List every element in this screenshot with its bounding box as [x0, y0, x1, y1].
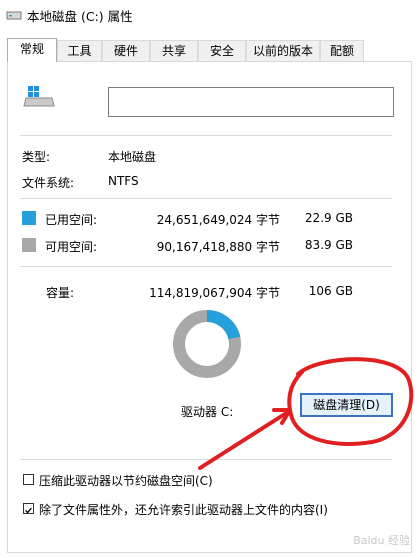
free-space-swatch: [22, 238, 36, 252]
type-label: 类型:: [22, 150, 51, 164]
separator: [20, 135, 392, 136]
disk-cleanup-button[interactable]: 磁盘清理(D): [300, 393, 393, 417]
free-space-label: 可用空间:: [45, 240, 98, 254]
capacity-size: 106 GB: [308, 284, 353, 298]
used-space-swatch: [22, 211, 36, 225]
tab-tools[interactable]: 工具: [57, 40, 102, 61]
filesystem-value: NTFS: [108, 174, 139, 188]
checkmark-icon: [25, 507, 32, 514]
separator: [20, 266, 392, 267]
compress-label[interactable]: 压缩此驱动器以节约磁盘空间(C): [39, 472, 213, 489]
capacity-label: 容量:: [46, 286, 75, 300]
drive-icon: [6, 11, 22, 20]
windows-drive-icon: [23, 86, 55, 107]
tab-general[interactable]: 常规: [7, 38, 57, 62]
tab-hardware[interactable]: 硬件: [102, 40, 150, 61]
title-bar: 本地磁盘 (C:) 属性: [0, 0, 418, 30]
used-space-size: 22.9 GB: [304, 211, 353, 225]
tab-sharing[interactable]: 共享: [150, 40, 198, 61]
filesystem-label: 文件系统:: [22, 176, 75, 190]
drive-letter-label: 驱动器 C:: [181, 405, 234, 419]
index-checkbox[interactable]: [23, 503, 34, 514]
type-value: 本地磁盘: [108, 150, 157, 164]
window-title: 本地磁盘 (C:) 属性: [27, 9, 133, 24]
index-label[interactable]: 除了文件属性外，还允许索引此驱动器上文件的内容(I): [39, 501, 328, 518]
used-space-bytes: 24,651,649,024 字节: [156, 213, 280, 227]
capacity-bytes: 114,819,067,904 字节: [149, 286, 280, 300]
tab-previous-versions[interactable]: 以前的版本: [246, 40, 320, 61]
usage-donut-chart: [173, 310, 241, 378]
compress-checkbox[interactable]: [23, 474, 34, 485]
tab-security[interactable]: 安全: [198, 40, 246, 61]
drive-name-input[interactable]: [108, 87, 394, 117]
separator: [20, 198, 392, 199]
tab-quota[interactable]: 配额: [320, 40, 364, 61]
free-space-bytes: 90,167,418,880 字节: [156, 240, 280, 254]
watermark: Baidu 经验: [353, 534, 410, 547]
separator: [20, 459, 392, 460]
free-space-size: 83.9 GB: [304, 238, 353, 252]
used-space-label: 已用空间:: [45, 213, 98, 227]
